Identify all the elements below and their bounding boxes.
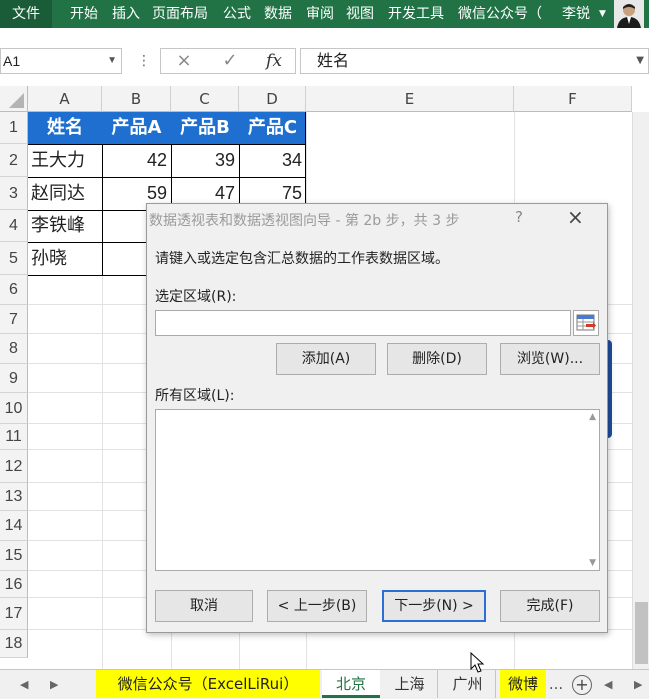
tab-insert[interactable]: 插入 <box>112 0 140 28</box>
background-shape <box>608 340 612 438</box>
tab-data[interactable]: 数据 <box>264 0 292 28</box>
sheet-tabs-bar: ◀ ▶ 微信公众号（ExcelLiRui） 北京 上海 广州 微博 ... + … <box>0 669 649 699</box>
row-header-11[interactable]: 11 <box>0 424 28 450</box>
column-header-c[interactable]: C <box>171 86 239 112</box>
scroll-tabs-left-icon[interactable]: ◀ <box>20 670 28 700</box>
name-box[interactable]: A1 ▼ <box>0 48 122 74</box>
sheet-tab-shanghai[interactable]: 上海 <box>382 670 438 698</box>
row-header-1[interactable]: 1 <box>0 112 28 144</box>
chevron-down-icon[interactable]: ▼ <box>636 49 644 73</box>
sheet-tab-guangzhou[interactable]: 广州 <box>440 670 496 698</box>
scroll-right-icon[interactable]: ▶ <box>634 670 642 700</box>
cell-b1[interactable]: 产品A <box>102 112 171 144</box>
range-picker-icon[interactable] <box>573 310 599 336</box>
more-options-icon[interactable]: ⋮ <box>137 48 151 74</box>
row-header-13[interactable]: 13 <box>0 483 28 511</box>
tab-wechat[interactable]: 微信公众号（ <box>458 0 550 28</box>
row-header-16[interactable]: 16 <box>0 571 28 598</box>
cell-a5[interactable]: 孙晓 <box>28 242 102 275</box>
row-header-5[interactable]: 5 <box>0 242 28 275</box>
row-header-9[interactable]: 9 <box>0 364 28 393</box>
tab-page-layout[interactable]: 页面布局 <box>152 0 208 28</box>
row-header-10[interactable]: 10 <box>0 393 28 424</box>
table-border <box>28 177 306 178</box>
help-icon[interactable]: ? <box>515 208 523 226</box>
formula-buttons: × ✓ fx <box>160 48 296 74</box>
table-border <box>102 144 103 275</box>
range-label: 选定区域(R): <box>155 289 237 305</box>
pivot-wizard-dialog: 数据透视表和数据透视图向导 - 第 2b 步，共 3 步 ? × 请键入或选定包… <box>146 203 608 633</box>
cell-a2[interactable]: 王大力 <box>28 144 102 177</box>
scrollbar-thumb[interactable] <box>635 602 648 664</box>
row-header-8[interactable]: 8 <box>0 334 28 364</box>
table-border <box>28 144 306 145</box>
finish-button[interactable]: 完成(F) <box>500 590 600 622</box>
cell-d1[interactable]: 产品C <box>239 112 306 144</box>
dialog-prompt: 请键入或选定包含汇总数据的工作表数据区域。 <box>155 251 449 267</box>
add-button[interactable]: 添加(A) <box>276 343 376 375</box>
sheet-tab-wechat[interactable]: 微信公众号（ExcelLiRui） <box>96 670 320 698</box>
range-input[interactable] <box>155 310 571 336</box>
row-header-3[interactable]: 3 <box>0 177 28 210</box>
scroll-tabs-right-icon[interactable]: ▶ <box>50 670 58 700</box>
back-button[interactable]: < 上一步(B) <box>267 590 367 622</box>
column-header-b[interactable]: B <box>102 86 171 112</box>
insert-function-icon[interactable]: fx <box>259 49 289 73</box>
row-header-12[interactable]: 12 <box>0 450 28 483</box>
cell-c1[interactable]: 产品B <box>171 112 239 144</box>
delete-button[interactable]: 删除(D) <box>387 343 487 375</box>
tab-review[interactable]: 审阅 <box>306 0 334 28</box>
vertical-scrollbar[interactable] <box>632 112 649 669</box>
browse-button[interactable]: 浏览(W)... <box>500 343 600 375</box>
name-box-value: A1 <box>3 53 21 69</box>
scroll-left-icon[interactable]: ◀ <box>604 670 612 700</box>
close-icon[interactable]: × <box>567 205 584 229</box>
sheet-tab-weibo[interactable]: 微博 <box>500 670 546 698</box>
chevron-down-icon[interactable]: ▼ <box>107 49 117 73</box>
cancel-icon[interactable]: × <box>169 49 199 73</box>
column-header-e[interactable]: E <box>306 86 514 112</box>
enter-icon[interactable]: ✓ <box>215 49 245 73</box>
row-header-4[interactable]: 4 <box>0 210 28 242</box>
formula-input[interactable]: 姓名 ▼ <box>300 48 649 74</box>
next-button[interactable]: 下一步(N) > <box>382 590 486 622</box>
row-header-6[interactable]: 6 <box>0 275 28 305</box>
cell-a1[interactable]: 姓名 <box>28 112 102 144</box>
dialog-title: 数据透视表和数据透视图向导 - 第 2b 步，共 3 步 <box>149 213 460 229</box>
user-name[interactable]: 李锐 <box>562 0 590 28</box>
row-header-2[interactable]: 2 <box>0 144 28 177</box>
scroll-up-icon[interactable]: ▲ <box>589 412 596 422</box>
formula-value: 姓名 <box>317 51 350 70</box>
ribbon-tabs: 文件 开始 插入 页面布局 公式 数据 审阅 视图 开发工具 微信公众号（ 李锐… <box>0 0 649 28</box>
all-ranges-list[interactable]: ▲ ▼ <box>155 409 600 571</box>
row-header-17[interactable]: 17 <box>0 598 28 630</box>
cell-a4[interactable]: 李铁峰 <box>28 210 102 242</box>
sheet-tab-beijing[interactable]: 北京 <box>322 670 380 698</box>
avatar[interactable] <box>614 0 644 28</box>
row-header-14[interactable]: 14 <box>0 511 28 541</box>
cell-a3[interactable]: 赵同达 <box>28 177 102 210</box>
all-ranges-label: 所有区域(L): <box>155 388 235 404</box>
tab-home[interactable]: 开始 <box>70 0 98 28</box>
tab-view[interactable]: 视图 <box>346 0 374 28</box>
mouse-cursor-icon <box>470 651 486 674</box>
cell-b2[interactable]: 42 <box>102 144 171 177</box>
row-header-7[interactable]: 7 <box>0 305 28 334</box>
select-all-corner[interactable] <box>0 86 28 112</box>
chevron-down-icon[interactable]: ▼ <box>599 0 606 28</box>
row-header-18[interactable]: 18 <box>0 630 28 658</box>
cancel-button[interactable]: 取消 <box>155 590 253 622</box>
row-header-15[interactable]: 15 <box>0 541 28 571</box>
cell-d2[interactable]: 34 <box>239 144 306 177</box>
tab-developer[interactable]: 开发工具 <box>388 0 444 28</box>
cell-c2[interactable]: 39 <box>171 144 239 177</box>
column-header-f[interactable]: F <box>514 86 632 112</box>
tab-formulas[interactable]: 公式 <box>223 0 251 28</box>
column-header-a[interactable]: A <box>28 86 102 112</box>
scroll-down-icon[interactable]: ▼ <box>589 558 596 568</box>
more-sheets-icon[interactable]: ... <box>546 670 566 698</box>
add-sheet-icon[interactable]: + <box>572 675 592 695</box>
tab-file[interactable]: 文件 <box>0 0 52 28</box>
column-header-d[interactable]: D <box>239 86 306 112</box>
